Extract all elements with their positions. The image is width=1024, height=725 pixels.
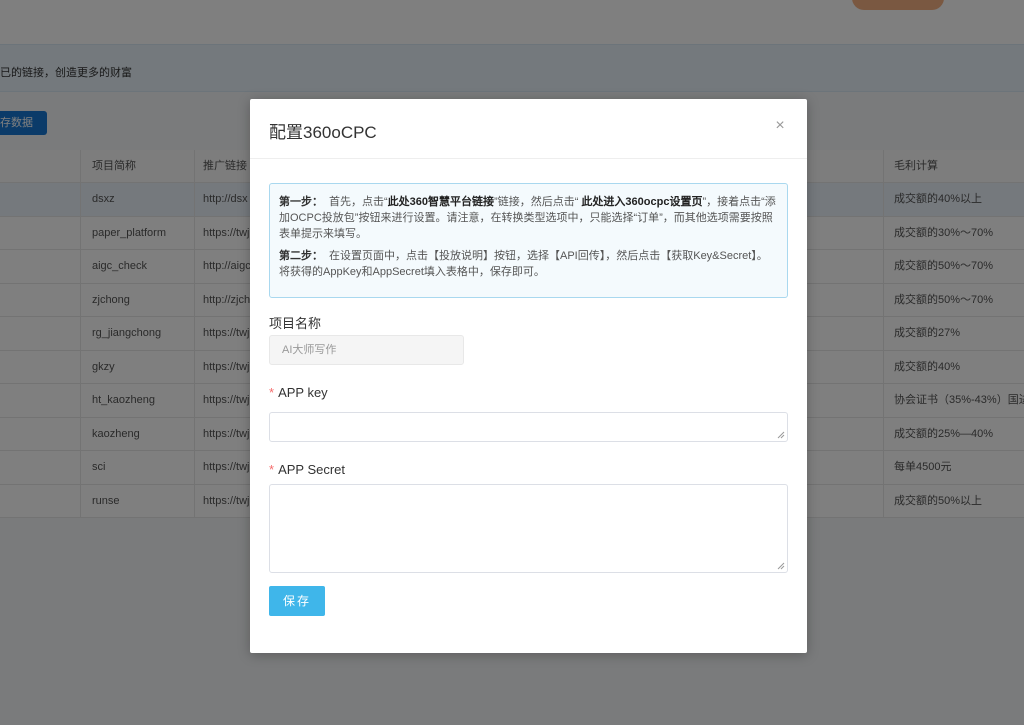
step-one-label: 第一步： — [279, 196, 323, 208]
app-key-label-text: APP key — [278, 385, 328, 400]
dialog-title: 配置360oCPC — [269, 123, 377, 142]
step-one-text: ”链接，然后点击“ — [494, 196, 582, 208]
app-key-textarea[interactable] — [269, 412, 788, 442]
project-name-field: AI大师写作 — [269, 335, 464, 365]
step-one-text: 首先，点击“ — [329, 196, 388, 208]
config-360ocpc-dialog: 配置360oCPC × 第一步： 首先，点击“此处360智慧平台链接”链接，然后点… — [250, 99, 807, 653]
resize-handle-icon[interactable] — [777, 431, 785, 439]
platform-link[interactable]: 此处360智慧平台链接 — [388, 196, 494, 208]
app-secret-textarea[interactable] — [269, 484, 788, 573]
project-name-label: 项目名称 — [269, 316, 322, 331]
step-one: 第一步： 首先，点击“此处360智慧平台链接”链接，然后点击“ 此处进入360oc… — [279, 194, 777, 242]
save-button[interactable]: 保存 — [269, 586, 325, 616]
app-secret-label-text: APP Secret — [278, 462, 346, 477]
required-mark: * — [269, 385, 275, 400]
app-key-label: * APP key — [269, 385, 328, 400]
step-two-label: 第二步： — [279, 250, 323, 262]
step-two-text: 在设置页面中，点击【投放说明】按钮，选择【API回传】，然后点击【获取Key&S… — [279, 250, 768, 278]
close-icon[interactable]: × — [770, 116, 790, 136]
dialog-header: 配置360oCPC × — [250, 99, 807, 159]
resize-handle-icon[interactable] — [777, 562, 785, 570]
app-secret-label: * APP Secret — [269, 462, 345, 477]
step-two: 第二步： 在设置页面中，点击【投放说明】按钮，选择【API回传】，然后点击【获取K… — [279, 248, 777, 280]
required-mark: * — [269, 462, 275, 477]
instructions-notice: 第一步： 首先，点击“此处360智慧平台链接”链接，然后点击“ 此处进入360oc… — [269, 183, 788, 298]
settings-page-link[interactable]: 此处进入360ocpc设置页 — [581, 196, 702, 208]
